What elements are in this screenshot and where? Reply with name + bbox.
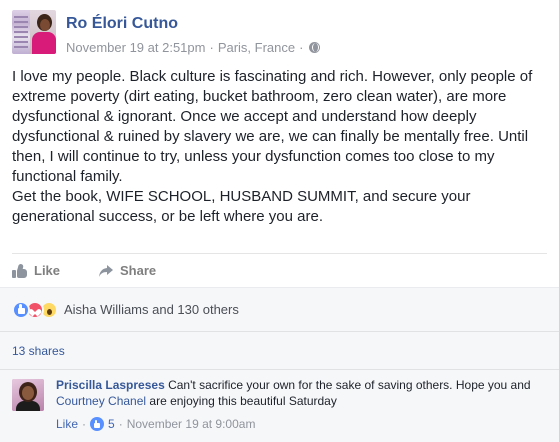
comment-meta-dot: · [118, 417, 123, 431]
post-paragraph: I love my people. Black culture is fasci… [12, 68, 533, 185]
shares-label[interactable]: 13 shares [12, 344, 65, 358]
post-action-bar: Like Share [12, 253, 547, 287]
like-label: Like [34, 263, 61, 278]
comment-like-button[interactable]: Like [56, 417, 78, 431]
facebook-post: Ro Élori Cutno November 19 at 2:51pm · P… [0, 0, 559, 442]
like-reaction-icon [12, 300, 30, 319]
thumbs-up-icon [12, 262, 28, 279]
reaction-names[interactable]: Aisha Williams and 130 others [64, 302, 239, 317]
reactions-summary[interactable]: Aisha Williams and 130 others [0, 287, 559, 331]
comment-timestamp[interactable]: November 19 at 9:00am [127, 417, 256, 431]
post-paragraph: Get the book, WIFE SCHOOL, HUSBAND SUMMI… [12, 188, 471, 225]
comment-meta-dot: · [82, 417, 87, 431]
share-arrow-icon [98, 264, 114, 278]
post-body: I love my people. Black culture is fasci… [12, 67, 548, 227]
commenter-avatar[interactable] [12, 379, 44, 411]
comment-body: Priscilla Laspreses Can't sacrifice your… [56, 377, 546, 409]
meta-separator: · [299, 40, 304, 55]
share-label: Share [120, 263, 157, 278]
author-name[interactable]: Ro Élori Cutno [66, 15, 178, 33]
like-count-icon [90, 417, 105, 431]
comment-text-after: are enjoying this beautiful Saturday [149, 394, 337, 408]
comment-mention[interactable]: Courtney Chanel [56, 394, 146, 408]
comment: Priscilla Laspreses Can't sacrifice your… [0, 369, 559, 442]
post-header: Ro Élori Cutno November 19 at 2:51pm · P… [12, 10, 547, 58]
shares-count[interactable]: 13 shares [0, 331, 559, 369]
meta-separator: · [209, 40, 214, 55]
comment-text-before: Can't sacrifice your own for the sake of… [168, 378, 531, 392]
author-avatar[interactable] [12, 10, 56, 54]
globe-icon[interactable] [309, 42, 321, 53]
comment-meta: Like · 5 · November 19 at 9:00am [56, 417, 255, 431]
like-button[interactable]: Like [12, 262, 61, 279]
comment-like-count[interactable]: 5 [108, 417, 115, 431]
commenter-name[interactable]: Priscilla Laspreses [56, 378, 165, 392]
post-meta: November 19 at 2:51pm · Paris, France · [66, 40, 321, 55]
share-button[interactable]: Share [98, 263, 156, 278]
post-location[interactable]: Paris, France [218, 40, 295, 55]
post-timestamp[interactable]: November 19 at 2:51pm [66, 40, 205, 55]
